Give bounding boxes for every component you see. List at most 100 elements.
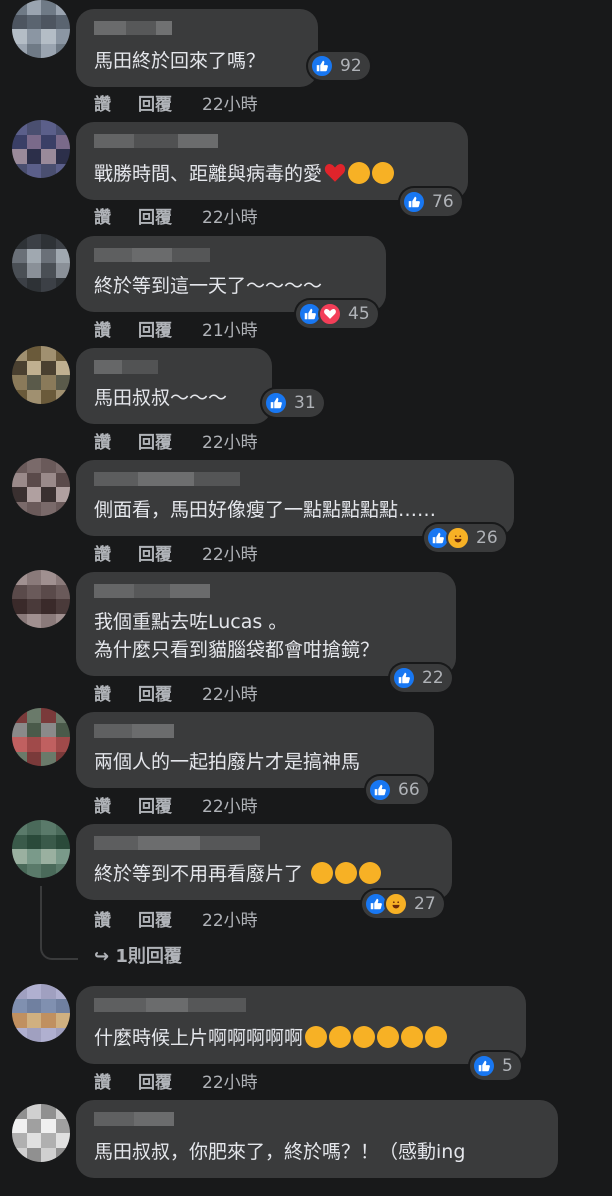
avatar-pixel — [55, 149, 70, 164]
avatar-pixel — [26, 263, 41, 278]
timestamp[interactable]: 22小時 — [202, 906, 258, 931]
reply-button[interactable]: 回覆 — [138, 540, 202, 565]
reaction-count: 22 — [422, 668, 444, 688]
avatar-pixel — [12, 277, 27, 292]
avatar-pixel — [55, 984, 70, 999]
avatar[interactable] — [12, 708, 70, 766]
like-button[interactable]: 讚 — [94, 1068, 138, 1093]
like-button[interactable]: 讚 — [94, 428, 138, 453]
commenter-name[interactable] — [94, 1112, 174, 1126]
reaction-summary[interactable]: 76 — [400, 188, 462, 216]
avatar-pixel — [41, 849, 56, 864]
reaction-summary[interactable]: 22 — [390, 664, 452, 692]
avatar-pixel — [55, 458, 70, 473]
reaction-summary[interactable]: 31 — [262, 389, 324, 417]
timestamp[interactable]: 22小時 — [202, 540, 258, 565]
avatar-pixel — [12, 248, 27, 263]
avatar-pixel — [55, 751, 70, 766]
avatar-pixel — [55, 849, 70, 864]
timestamp[interactable]: 22小時 — [202, 792, 258, 817]
avatar[interactable] — [12, 458, 70, 516]
reaction-summary[interactable]: 26 — [424, 524, 506, 552]
avatar[interactable] — [12, 346, 70, 404]
avatar-pixel — [41, 120, 56, 135]
reply-button[interactable]: 回覆 — [138, 680, 202, 705]
avatar[interactable] — [12, 1104, 70, 1162]
timestamp[interactable]: 21小時 — [202, 316, 258, 341]
avatar-pixel — [41, 751, 56, 766]
avatar-pixel — [41, 29, 56, 44]
reply-button[interactable]: 回覆 — [138, 90, 202, 115]
reply-button[interactable]: 回覆 — [138, 906, 202, 931]
reaction-summary[interactable]: 66 — [366, 776, 428, 804]
reply-button[interactable]: 回覆 — [138, 203, 202, 228]
avatar-pixel — [12, 29, 27, 44]
timestamp[interactable]: 22小時 — [202, 428, 258, 453]
reply-button[interactable]: 回覆 — [138, 1068, 202, 1093]
like-icon — [392, 666, 416, 690]
timestamp[interactable]: 22小時 — [202, 90, 258, 115]
like-button[interactable]: 讚 — [94, 203, 138, 228]
avatar[interactable] — [12, 570, 70, 628]
reaction-summary[interactable]: 45 — [296, 300, 378, 328]
reaction-summary[interactable]: 27 — [362, 890, 444, 918]
timestamp[interactable]: 22小時 — [202, 1068, 258, 1093]
reaction-summary[interactable]: 5 — [470, 1052, 521, 1080]
commenter-name[interactable] — [94, 724, 174, 738]
commenter-name[interactable] — [94, 248, 210, 262]
like-button[interactable]: 讚 — [94, 540, 138, 565]
like-button[interactable]: 讚 — [94, 906, 138, 931]
avatar-pixel — [26, 375, 41, 390]
avatar-pixel — [41, 0, 56, 15]
avatar-pixel — [26, 389, 41, 404]
commenter-name[interactable] — [94, 134, 218, 148]
avatar[interactable] — [12, 120, 70, 178]
avatar[interactable] — [12, 0, 70, 58]
commenter-name[interactable] — [94, 998, 246, 1012]
commenter-name[interactable] — [94, 360, 158, 374]
haha-icon — [446, 526, 470, 550]
avatar-pixel — [12, 0, 27, 15]
like-button[interactable]: 讚 — [94, 90, 138, 115]
reaction-summary[interactable]: 92 — [308, 52, 370, 80]
commenter-name[interactable] — [94, 472, 240, 486]
avatar-pixel — [12, 234, 27, 249]
reply-button[interactable]: 回覆 — [138, 316, 202, 341]
view-replies-link[interactable]: ↪ 1則回覆 — [94, 942, 182, 968]
avatar-pixel — [26, 737, 41, 752]
comment-actions: 讚 回覆 21小時 — [94, 316, 258, 341]
like-button[interactable]: 讚 — [94, 680, 138, 705]
reply-button[interactable]: 回覆 — [138, 428, 202, 453]
avatar[interactable] — [12, 984, 70, 1042]
comment-text-value: 戰勝時間、距離與病毒的愛 — [94, 163, 323, 185]
avatar-pixel — [55, 737, 70, 752]
avatar-pixel — [12, 1133, 27, 1148]
commenter-name[interactable] — [94, 584, 210, 598]
reply-arrow-icon: ↪ — [94, 946, 110, 967]
avatar-pixel — [26, 863, 41, 878]
comment-actions: 讚 回覆 22小時 — [94, 428, 258, 453]
reply-button[interactable]: 回覆 — [138, 792, 202, 817]
like-button[interactable]: 讚 — [94, 316, 138, 341]
like-button[interactable]: 讚 — [94, 792, 138, 817]
avatar-pixel — [26, 1027, 41, 1042]
avatar-pixel — [41, 346, 56, 361]
avatar-pixel — [12, 14, 27, 29]
avatar-pixel — [55, 599, 70, 614]
avatar-pixel — [55, 1013, 70, 1028]
avatar-pixel — [12, 1118, 27, 1133]
rofl-icon — [353, 1026, 376, 1048]
avatar-pixel — [26, 248, 41, 263]
avatar-pixel — [41, 389, 56, 404]
timestamp[interactable]: 22小時 — [202, 203, 258, 228]
avatar[interactable] — [12, 820, 70, 878]
avatar-pixel — [26, 277, 41, 292]
avatar[interactable] — [12, 234, 70, 292]
commenter-name[interactable] — [94, 836, 260, 850]
avatar-pixel — [41, 722, 56, 737]
avatar-pixel — [55, 1147, 70, 1162]
avatar-pixel — [26, 29, 41, 44]
commenter-name[interactable] — [94, 21, 172, 35]
avatar-pixel — [12, 834, 27, 849]
timestamp[interactable]: 22小時 — [202, 680, 258, 705]
